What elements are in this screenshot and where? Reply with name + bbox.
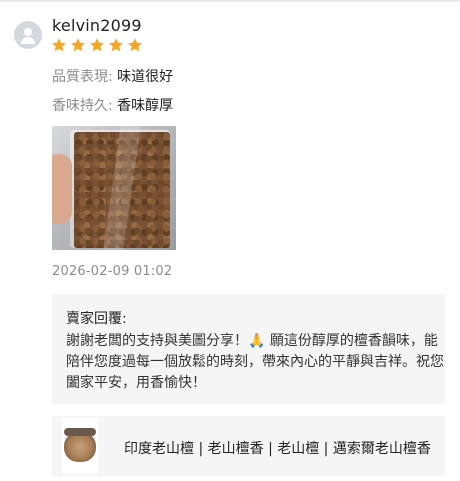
seller-reply: 賣家回覆: 謝謝老闆的支持與美圖分享！🙏 願這份醇厚的檀香韻味，能陪伴您度過每一… xyxy=(52,294,445,404)
user-avatar-icon xyxy=(14,21,42,49)
product-link-card[interactable]: 印度老山檀 | 老山檀香 | 老山檀 | 邁索爾老山檀香 xyxy=(52,416,445,476)
star-icon xyxy=(89,37,105,53)
attribute-key: 香味持久: xyxy=(52,98,118,114)
star-icon xyxy=(70,37,86,53)
review-timestamp: 2026-02-09 01:02 xyxy=(52,264,173,279)
product-name: 印度老山檀 | 老山檀香 | 老山檀 | 邁索爾老山檀香 xyxy=(124,441,431,457)
review-photo[interactable] xyxy=(52,126,176,250)
attribute-key: 品質表現: xyxy=(52,69,118,85)
attribute-value: 味道很好 xyxy=(117,69,174,85)
star-icon xyxy=(51,37,67,53)
seller-reply-title: 賣家回覆: xyxy=(66,311,127,327)
attribute-value: 香味醇厚 xyxy=(117,98,174,114)
star-rating xyxy=(51,37,146,53)
star-icon xyxy=(127,37,143,53)
star-icon xyxy=(108,37,124,53)
review-attribute-fragrance: 香味持久: 香味醇厚 xyxy=(52,95,173,115)
reviewer-username: kelvin2099 xyxy=(52,16,142,35)
product-thumbnail xyxy=(62,418,98,474)
top-divider xyxy=(0,0,460,2)
review-attribute-quality: 品質表現: 味道很好 xyxy=(52,66,173,86)
seller-reply-text: 謝謝老闆的支持與美圖分享！🙏 願這份醇厚的檀香韻味，能陪伴您度過每一個放鬆的時刻… xyxy=(66,333,444,391)
